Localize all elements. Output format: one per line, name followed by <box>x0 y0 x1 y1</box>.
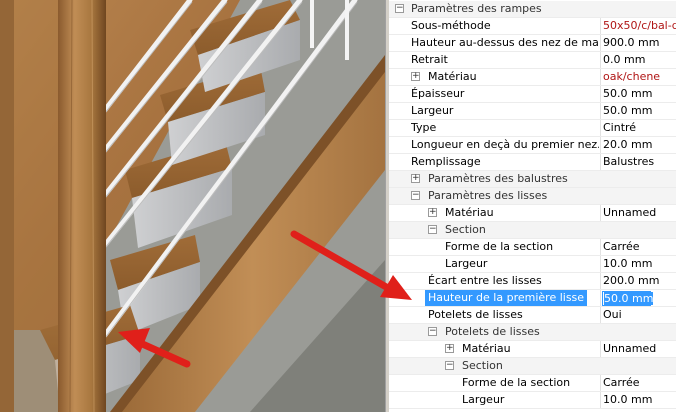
property-label: Forme de la section <box>445 240 554 253</box>
property-label: Sous-méthode <box>411 19 491 32</box>
property-row-potelets-largeur[interactable]: Largeur 10.0 mm <box>389 392 676 409</box>
property-value[interactable]: Carrée <box>600 375 676 391</box>
property-row-forme[interactable]: Forme de la section Carrée <box>389 239 676 256</box>
category-lisses[interactable]: − Paramètres des lisses <box>389 188 676 205</box>
property-row-hauteur-premiere-lisse[interactable]: Hauteur de la première lisse 50.0 mm <box>389 290 676 307</box>
category-potelets-section[interactable]: − Section <box>389 358 676 375</box>
category-balustres[interactable]: + Paramètres des balustres <box>389 171 676 188</box>
property-row-hauteur-nez[interactable]: Hauteur au-dessus des nez de ma... 900.0… <box>389 35 676 52</box>
property-label: Potelets de lisses <box>428 308 523 321</box>
property-row-materiau[interactable]: + Matériau oak/chene <box>389 69 676 86</box>
property-label: Matériau <box>428 70 477 83</box>
property-row-lisses-materiau[interactable]: + Matériau Unnamed <box>389 205 676 222</box>
category-label: Paramètres des lisses <box>428 189 548 202</box>
property-row-longueur[interactable]: Longueur en deçà du premier nez... 20.0 … <box>389 137 676 154</box>
category-potelets[interactable]: − Potelets de lisses <box>389 324 676 341</box>
property-label: Longueur en deçà du premier nez... <box>411 138 599 151</box>
property-label: Matériau <box>462 342 511 355</box>
property-value[interactable]: 50x50/c/bal-di... <box>600 18 676 34</box>
property-value[interactable]: 10.0 mm <box>600 256 676 272</box>
collapse-icon[interactable]: − <box>411 191 420 200</box>
category-label: Section <box>462 359 503 372</box>
property-label: Épaisseur <box>411 87 465 100</box>
property-value[interactable]: 0.0 mm <box>600 52 676 68</box>
property-label: Largeur <box>445 257 488 270</box>
category-label: Paramètres des balustres <box>428 172 568 185</box>
property-grid: − Paramètres des rampes Sous-méthode 50x… <box>389 0 676 412</box>
expand-icon[interactable]: + <box>445 344 454 353</box>
collapse-icon[interactable]: − <box>395 4 404 13</box>
property-value[interactable]: Oui <box>600 307 676 323</box>
expand-icon[interactable]: + <box>428 208 437 217</box>
property-value[interactable]: Balustres <box>600 154 676 170</box>
property-row-potelets-forme[interactable]: Forme de la section Carrée <box>389 375 676 392</box>
property-label: Type <box>411 121 437 134</box>
category-label: Section <box>445 223 486 236</box>
property-row-potelets-materiau[interactable]: + Matériau Unnamed <box>389 341 676 358</box>
property-label: Forme de la section <box>462 376 571 389</box>
property-row-section-largeur[interactable]: Largeur 10.0 mm <box>389 256 676 273</box>
collapse-icon[interactable]: − <box>428 327 437 336</box>
property-value[interactable]: Cintré <box>600 120 676 136</box>
property-value[interactable]: 10.0 mm <box>600 392 676 408</box>
property-row-ecart[interactable]: Écart entre les lisses 200.0 mm <box>389 273 676 290</box>
property-label: Largeur <box>462 393 505 406</box>
property-row-remplissage[interactable]: Remplissage Balustres <box>389 154 676 171</box>
value-input[interactable]: 50.0 mm <box>602 291 654 306</box>
value-input-text: 50.0 mm <box>604 292 654 305</box>
property-row-type[interactable]: Type Cintré <box>389 120 676 137</box>
expand-icon[interactable]: + <box>411 72 420 81</box>
property-value[interactable]: 50.0 mm <box>600 86 676 102</box>
property-label: Largeur <box>411 104 454 117</box>
property-value[interactable]: Carrée <box>600 239 676 255</box>
property-row-potelets[interactable]: Potelets de lisses Oui <box>389 307 676 324</box>
property-row-sous-methode[interactable]: Sous-méthode 50x50/c/bal-di... <box>389 18 676 35</box>
category-label: Paramètres des rampes <box>411 2 542 15</box>
property-label: Matériau <box>445 206 494 219</box>
property-value[interactable]: Unnamed <box>600 341 676 357</box>
property-label: Hauteur de la première lisse <box>425 290 588 306</box>
category-section[interactable]: − Section <box>389 222 676 239</box>
newel-post <box>58 0 106 412</box>
property-value[interactable]: 200.0 mm <box>600 273 676 289</box>
property-row-epaisseur[interactable]: Épaisseur 50.0 mm <box>389 86 676 103</box>
property-label: Remplissage <box>411 155 481 168</box>
property-label: Retrait <box>411 53 448 66</box>
property-row-retrait[interactable]: Retrait 0.0 mm <box>389 52 676 69</box>
property-value[interactable]: 20.0 mm <box>600 137 676 153</box>
property-value[interactable]: Unnamed <box>600 205 676 221</box>
property-value[interactable]: oak/chene <box>600 69 676 85</box>
property-row-largeur[interactable]: Largeur 50.0 mm <box>389 103 676 120</box>
staircase-render <box>0 0 385 412</box>
property-value[interactable]: 50.0 mm <box>600 103 676 119</box>
expand-icon[interactable]: + <box>411 174 420 183</box>
property-label: Hauteur au-dessus des nez de ma... <box>411 36 599 49</box>
3d-viewport[interactable] <box>0 0 385 412</box>
category-label: Potelets de lisses <box>445 325 540 338</box>
collapse-icon[interactable]: − <box>428 225 437 234</box>
property-label: Écart entre les lisses <box>428 274 542 287</box>
collapse-icon[interactable]: − <box>445 361 454 370</box>
property-value-editor[interactable]: 50.0 mm <box>600 290 676 306</box>
category-rampes[interactable]: − Paramètres des rampes <box>389 1 676 18</box>
property-value[interactable]: 900.0 mm <box>600 35 676 51</box>
